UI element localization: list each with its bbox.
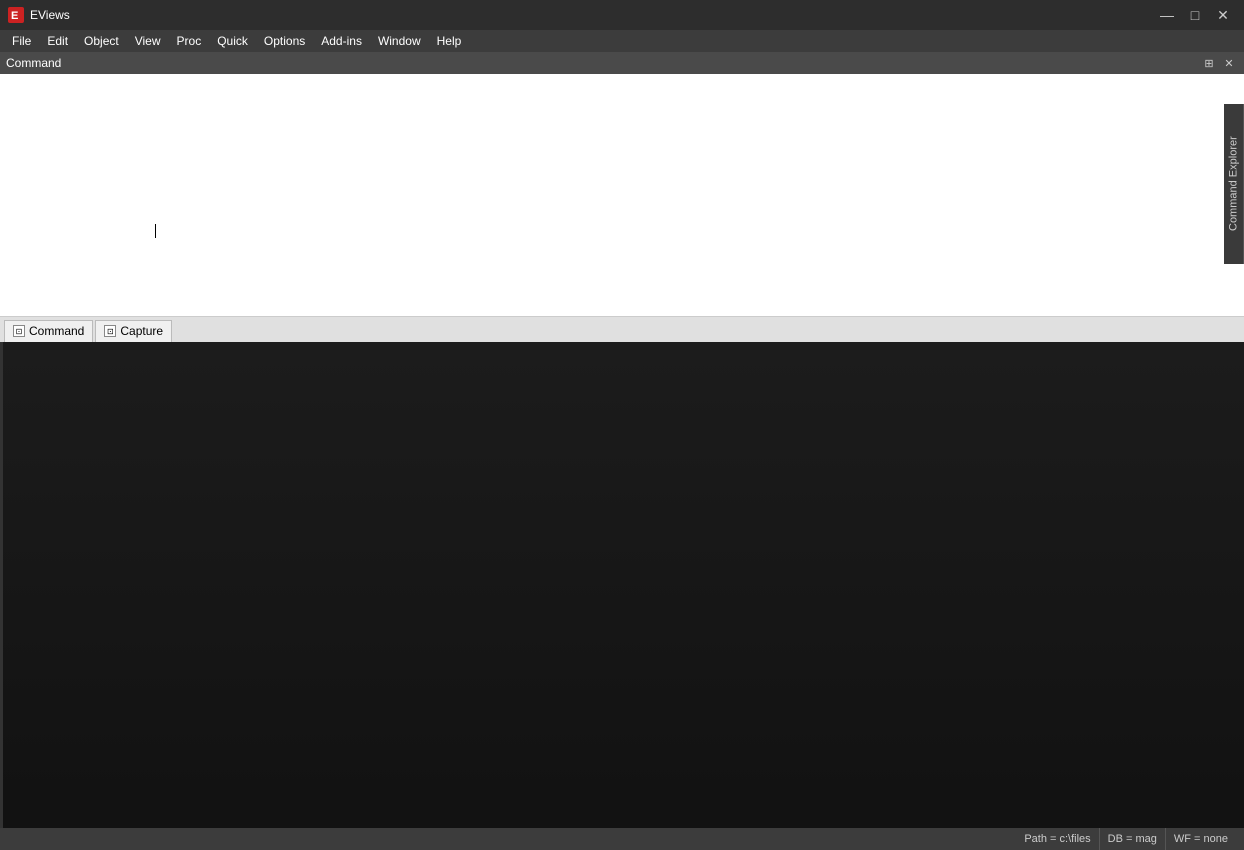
status-db: DB = mag [1099, 828, 1165, 850]
maximize-button[interactable]: □ [1182, 5, 1208, 25]
menu-bar: FileEditObjectViewProcQuickOptionsAdd-in… [0, 30, 1244, 52]
menu-item-quick[interactable]: Quick [209, 32, 256, 50]
minimize-button[interactable]: — [1154, 5, 1180, 25]
command-panel-pin-button[interactable]: ⊞ [1200, 55, 1218, 71]
left-border [0, 342, 3, 850]
menu-item-window[interactable]: Window [370, 32, 429, 50]
svg-text:E: E [11, 10, 18, 22]
status-wf: WF = none [1165, 828, 1236, 850]
menu-item-add-ins[interactable]: Add-ins [313, 32, 370, 50]
title-left: E EViews [8, 7, 70, 23]
status-bar: Path = c:\files DB = mag WF = none [0, 828, 1244, 850]
menu-item-help[interactable]: Help [429, 32, 470, 50]
tab-capture-icon: ⊡ [104, 325, 116, 337]
app-wrapper: E EViews — □ ✕ FileEditObjectViewProcQui… [0, 0, 1244, 850]
tab-command-icon: ⊡ [13, 325, 25, 337]
command-panel-title: Command [6, 56, 61, 70]
window-controls: — □ ✕ [1154, 5, 1236, 25]
main-area [0, 342, 1244, 850]
tab-command-label: Command [29, 324, 84, 338]
menu-item-file[interactable]: File [4, 32, 39, 50]
command-area[interactable] [0, 74, 1244, 316]
content-area: Command ⊞ ✕ ⊡ Command ⊡ Capture [0, 52, 1244, 850]
command-explorer-sidebar[interactable]: Command Explorer [1224, 104, 1244, 264]
menu-item-view[interactable]: View [127, 32, 169, 50]
command-header-left: Command [6, 56, 61, 70]
command-header: Command ⊞ ✕ [0, 52, 1244, 74]
title-bar: E EViews — □ ✕ [0, 0, 1244, 30]
tab-command[interactable]: ⊡ Command [4, 320, 93, 342]
tab-capture[interactable]: ⊡ Capture [95, 320, 172, 342]
menu-item-edit[interactable]: Edit [39, 32, 76, 50]
command-panel-close-button[interactable]: ✕ [1220, 55, 1238, 71]
menu-item-object[interactable]: Object [76, 32, 127, 50]
tabs-row: ⊡ Command ⊡ Capture [0, 316, 1244, 342]
close-button[interactable]: ✕ [1210, 5, 1236, 25]
status-path: Path = c:\files [1016, 828, 1098, 850]
text-cursor [155, 224, 156, 238]
command-header-controls: ⊞ ✕ [1200, 55, 1238, 71]
menu-item-options[interactable]: Options [256, 32, 313, 50]
command-panel: Command ⊞ ✕ ⊡ Command ⊡ Capture [0, 52, 1244, 342]
menu-item-proc[interactable]: Proc [169, 32, 210, 50]
title-text: EViews [30, 8, 70, 22]
app-icon: E [8, 7, 24, 23]
tab-capture-label: Capture [120, 324, 163, 338]
